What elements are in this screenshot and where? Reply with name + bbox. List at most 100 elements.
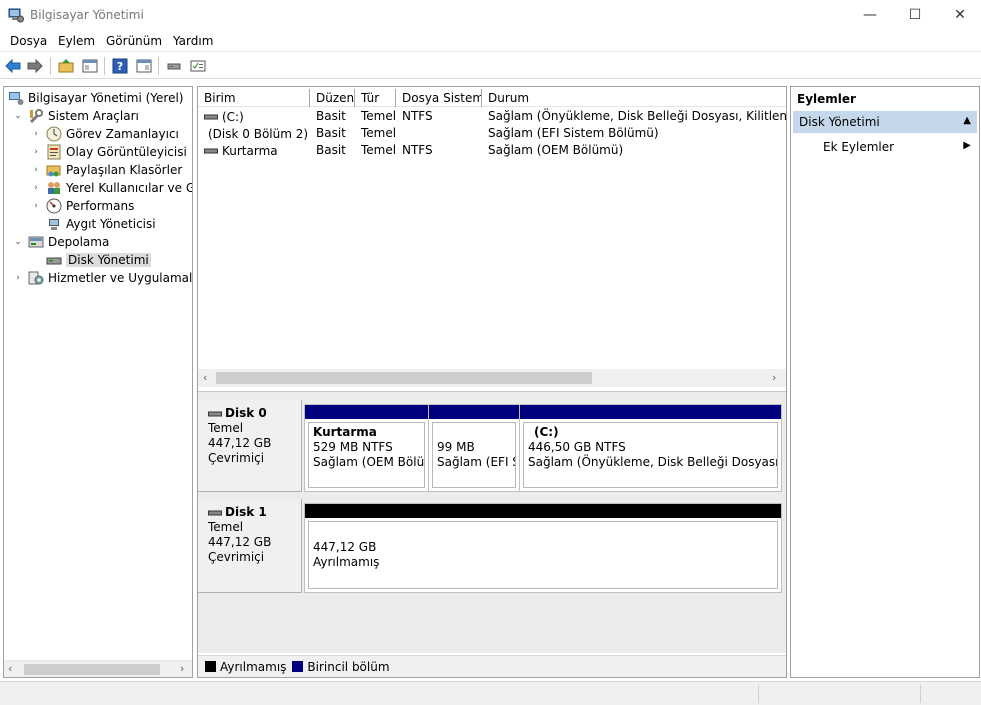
scroll-left-icon[interactable]: ‹ (203, 371, 207, 384)
disk-state: Çevrimiçi (208, 550, 265, 564)
tree-item-system-tools[interactable]: ⌄ Sistem Araçları (12, 107, 139, 125)
menu-bar: Dosya Eylem Görünüm Yardım (0, 30, 981, 52)
computer-management-window: Bilgisayar Yönetimi — ☐ ✕ Dosya Eylem Gö… (0, 0, 981, 705)
tree-item-computer-management[interactable]: Bilgisayar Yönetimi (Yerel) (6, 89, 183, 107)
volume-icon (204, 114, 218, 119)
disk-management-pane: Birim Düzen Tür Dosya Sistemi Durum (C:)… (197, 86, 787, 678)
show-hide-tree-button[interactable] (81, 57, 99, 75)
help-icon: ? (112, 58, 128, 74)
svg-text:?: ? (117, 60, 123, 73)
chevron-right-icon[interactable]: › (30, 129, 42, 139)
table-row[interactable]: Kurtarma Basit Temel NTFS Sağlam (OEM Bö… (198, 142, 786, 159)
minimize-button[interactable]: — (847, 0, 893, 30)
chevron-down-icon[interactable]: ⌄ (12, 237, 24, 247)
chevron-down-icon[interactable]: ⌄ (12, 111, 24, 121)
disk-type: Temel (208, 421, 244, 435)
scroll-right-icon[interactable]: › (180, 662, 184, 675)
services-icon (28, 271, 44, 285)
disk-graphical-view: Disk 0 Temel 447,12 GB Çevrimiçi Kurtarm… (198, 391, 786, 653)
console-tree-pane: Bilgisayar Yönetimi (Yerel) ⌄ Sistem Ara… (3, 86, 193, 678)
type-cell: Temel (361, 109, 396, 123)
tree-item-performance[interactable]: › Performans (30, 197, 134, 215)
chevron-right-icon[interactable]: › (30, 147, 42, 157)
disk-size: 447,12 GB (208, 436, 272, 450)
table-row[interactable]: (Disk 0 Bölüm 2) Basit Temel Sağlam (EFI… (198, 125, 786, 142)
column-header-tur[interactable]: Tür (355, 89, 396, 107)
scrollbar-thumb[interactable] (216, 372, 592, 384)
back-arrow-icon (5, 59, 21, 73)
tree-horizontal-scrollbar[interactable]: ‹ › (4, 660, 192, 677)
chevron-right-icon[interactable]: › (30, 201, 42, 211)
tree-item-label: Aygıt Yöneticisi (66, 217, 156, 231)
chevron-right-icon: ▶ (963, 140, 971, 151)
chevron-right-icon[interactable]: › (30, 183, 42, 193)
status-cell: Sağlam (Önyükleme, Disk Belleği Dosyası,… (488, 109, 786, 123)
scroll-left-icon[interactable]: ‹ (8, 662, 12, 675)
menu-yardim[interactable]: Yardım (173, 34, 213, 48)
collapse-up-icon[interactable]: ▲ (963, 115, 971, 126)
menu-gorunum[interactable]: Görünüm (106, 34, 162, 48)
scrollbar-thumb[interactable] (24, 664, 160, 675)
tree-item-services-applications[interactable]: › Hizmetler ve Uygulamalar (12, 269, 192, 287)
actions-section-disk-management[interactable]: Disk Yönetimi ▲ (793, 111, 977, 133)
tree-item-shared-folders[interactable]: › Paylaşılan Klasörler (30, 161, 182, 179)
actions-pane: Eylemler Disk Yönetimi ▲ Ek Eylemler ▶ (790, 86, 980, 678)
disk-name-text: Disk 1 (225, 505, 267, 519)
tree-item-storage[interactable]: ⌄ Depolama (12, 233, 109, 251)
partition-c[interactable]: (C:) 446,50 GB NTFS Sağlam (Önyükleme, D… (519, 404, 782, 492)
computer-management-icon (9, 92, 24, 105)
column-header-duzen[interactable]: Düzen (310, 89, 355, 107)
disk-label[interactable]: Disk 0 Temel 447,12 GB Çevrimiçi (198, 400, 302, 492)
disk-icon (208, 510, 222, 515)
tree-item-device-manager[interactable]: Aygıt Yöneticisi (30, 215, 156, 233)
volume-icon (204, 148, 218, 153)
disk-name: Disk 1 (208, 505, 291, 520)
scroll-right-icon[interactable]: › (772, 371, 776, 384)
help-button[interactable]: ? (111, 57, 129, 75)
show-hide-tree-icon (82, 59, 98, 73)
partition-status: Ayrılmamış (313, 555, 380, 569)
status-bar (0, 681, 981, 705)
forward-button[interactable] (26, 57, 44, 75)
tree-item-task-scheduler[interactable]: › Görev Zamanlayıcı (30, 125, 179, 143)
performance-icon (46, 198, 62, 214)
menu-dosya[interactable]: Dosya (10, 34, 47, 48)
partition-recovery[interactable]: Kurtarma 529 MB NTFS Sağlam (OEM Bölüm (304, 404, 429, 492)
show-hide-action-pane-button[interactable] (135, 57, 153, 75)
status-separator (920, 685, 921, 703)
volume-cell: Kurtarma (198, 142, 310, 159)
filesystem-cell: NTFS (402, 109, 433, 123)
column-header-birim[interactable]: Birim (198, 89, 310, 107)
tree-item-local-users[interactable]: › Yerel Kullanıcılar ve Gru (30, 179, 192, 197)
toolbar-separator (104, 57, 105, 75)
tree-item-disk-management[interactable]: Disk Yönetimi (30, 251, 151, 269)
chevron-right-icon[interactable]: › (30, 165, 42, 175)
users-icon (48, 182, 60, 194)
more-actions-item[interactable]: Ek Eylemler ▶ (793, 137, 977, 157)
disk-label[interactable]: Disk 1 Temel 447,12 GB Çevrimiçi (198, 499, 302, 593)
connect-button[interactable] (165, 57, 183, 75)
back-button[interactable] (4, 57, 22, 75)
layout-cell: Basit (316, 143, 346, 157)
type-cell: Temel (361, 126, 396, 140)
chevron-right-icon[interactable]: › (12, 273, 24, 283)
maximize-icon: ☐ (908, 7, 922, 23)
column-header-dosya-sistemi[interactable]: Dosya Sistemi (396, 89, 482, 107)
volume-list-horizontal-scrollbar[interactable]: ‹ › (198, 369, 786, 387)
actions-section-label: Disk Yönetimi (799, 115, 880, 129)
partition-efi[interactable]: 99 MB Sağlam (EFI Sis (428, 404, 520, 492)
menu-eylem[interactable]: Eylem (58, 34, 95, 48)
properties-button[interactable] (189, 57, 207, 75)
partition-unallocated[interactable]: 447,12 GB Ayrılmamış (304, 503, 782, 593)
close-button[interactable]: ✕ (937, 0, 981, 30)
table-row[interactable]: (C:) Basit Temel NTFS Sağlam (Önyükleme,… (198, 108, 786, 125)
column-header-durum[interactable]: Durum (482, 89, 786, 107)
partition-bar (305, 405, 428, 419)
partition-body: Kurtarma 529 MB NTFS Sağlam (OEM Bölüm (308, 422, 425, 488)
tree-item-event-viewer[interactable]: › Olay Görüntüleyicisi (30, 143, 187, 161)
volume-cell: (Disk 0 Bölüm 2) (198, 125, 310, 142)
clock-icon (46, 126, 62, 142)
toolbar: ? (0, 53, 981, 79)
up-level-button[interactable] (57, 57, 75, 75)
maximize-button[interactable]: ☐ (892, 0, 938, 30)
